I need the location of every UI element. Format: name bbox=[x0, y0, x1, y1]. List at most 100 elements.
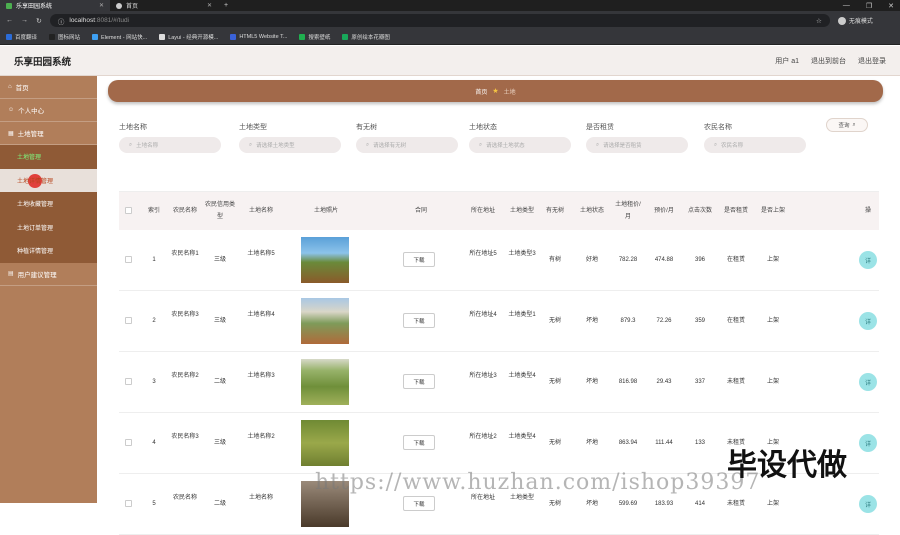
cell-type: 土地类型3 bbox=[508, 251, 536, 257]
cell-clicks: 133 bbox=[694, 440, 705, 446]
land-photo[interactable] bbox=[301, 298, 349, 344]
reload-icon[interactable]: ↻ bbox=[36, 17, 42, 25]
filter-input[interactable]: ⌕ 请选择土地状态 bbox=[469, 137, 571, 153]
filter-input[interactable]: ⌕ 请选择是否租赁 bbox=[586, 137, 688, 153]
home-icon: ⌂ bbox=[8, 84, 12, 90]
column-header[interactable]: 土地租价/月 bbox=[613, 199, 643, 223]
submenu-land-manage[interactable]: 土地管理 bbox=[0, 145, 97, 169]
column-header[interactable]: 合同 bbox=[401, 205, 441, 217]
column-header[interactable]: 操 bbox=[859, 205, 877, 217]
filter-input[interactable]: ⌕ 请选择土地类型 bbox=[239, 137, 341, 153]
bookmark-item[interactable]: 图标网站 bbox=[49, 33, 80, 41]
bookmark-icon bbox=[92, 34, 99, 40]
bookmark-item[interactable]: 搜索壁纸 bbox=[299, 33, 330, 41]
url-path: :8081/#/tudi bbox=[95, 17, 130, 24]
land-submenu: 土地管理 土地详情管理 土地收藏管理 土地订单管理 种植详情管理 bbox=[0, 145, 97, 263]
window-controls: — ❐ ✕ bbox=[843, 2, 900, 10]
back-icon[interactable]: ← bbox=[6, 17, 13, 24]
detail-button[interactable]: 详 bbox=[859, 251, 877, 269]
column-header[interactable]: 土地名称 bbox=[241, 205, 281, 217]
download-button[interactable]: 下载 bbox=[403, 252, 435, 267]
close-tab-icon[interactable]: ✕ bbox=[99, 2, 104, 9]
minimize-icon[interactable]: — bbox=[843, 2, 850, 10]
cell-rent: 879.3 bbox=[620, 318, 636, 324]
incognito-profile[interactable]: 无痕模式 bbox=[837, 16, 873, 25]
column-header[interactable]: 预价/月 bbox=[649, 205, 679, 217]
filter-input[interactable]: ⌕ 请选择有无树 bbox=[356, 137, 458, 153]
column-header[interactable]: 土地照片 bbox=[299, 205, 353, 217]
detail-button[interactable]: 详 bbox=[859, 373, 877, 391]
column-header[interactable]: 点击次数 bbox=[687, 205, 713, 217]
browser-tab[interactable]: 首页 ✕ bbox=[110, 0, 218, 11]
download-button[interactable]: 下载 bbox=[403, 374, 435, 389]
cell-clicks: 337 bbox=[694, 379, 705, 385]
select-all-checkbox[interactable] bbox=[125, 207, 132, 214]
cell-address: 所在地址5 bbox=[469, 251, 497, 257]
sidebar-item-home[interactable]: ⌂ 首页 bbox=[0, 76, 97, 99]
cell-farmer: 农民名称3 bbox=[171, 312, 199, 318]
filter-group: 土地名称 ⌕ 土地名称 bbox=[119, 122, 221, 153]
land-photo[interactable] bbox=[301, 420, 349, 466]
column-header[interactable]: 农民信用类型 bbox=[205, 199, 235, 223]
maximize-icon[interactable]: ❐ bbox=[866, 2, 872, 10]
land-photo[interactable] bbox=[301, 237, 349, 283]
overlay-text: 毕设代做 bbox=[727, 448, 847, 483]
column-header[interactable]: 土地状态 bbox=[577, 205, 607, 217]
detail-button[interactable]: 详 bbox=[859, 434, 877, 452]
cell-index: 3 bbox=[152, 379, 156, 385]
detail-button[interactable]: 详 bbox=[859, 312, 877, 330]
logout-link[interactable]: 退出登录 bbox=[858, 56, 886, 66]
search-button[interactable]: 查询 ⌕ bbox=[826, 118, 868, 132]
filter-label: 土地名称 bbox=[119, 124, 147, 131]
star-icon: ★ bbox=[492, 88, 499, 95]
download-button[interactable]: 下载 bbox=[403, 496, 435, 511]
row-checkbox[interactable] bbox=[125, 317, 132, 324]
filter-input[interactable]: ⌕ 土地名称 bbox=[119, 137, 221, 153]
submenu-land-favorites[interactable]: 土地收藏管理 bbox=[0, 192, 97, 216]
column-header[interactable]: 是否租赁 bbox=[721, 205, 751, 217]
bookmark-item[interactable]: Layui - 经典开源模... bbox=[159, 33, 218, 41]
cell-farmer: 农民名称3 bbox=[171, 434, 199, 440]
row-checkbox[interactable] bbox=[125, 500, 132, 507]
row-checkbox[interactable] bbox=[125, 439, 132, 446]
user-icon: ☺ bbox=[8, 107, 15, 113]
sidebar-item-feedback[interactable]: ▤ 用户建议管理 bbox=[0, 263, 97, 286]
column-header[interactable]: 所在地址 bbox=[467, 205, 499, 217]
star-icon[interactable]: ☆ bbox=[816, 17, 822, 25]
land-photo[interactable] bbox=[301, 359, 349, 405]
cell-price: 474.88 bbox=[654, 257, 674, 263]
detail-button[interactable]: 详 bbox=[859, 495, 877, 513]
sidebar-item-land[interactable]: ▦ 土地管理 bbox=[0, 122, 97, 145]
row-checkbox[interactable] bbox=[125, 378, 132, 385]
sidebar-item-profile[interactable]: ☺ 个人中心 bbox=[0, 99, 97, 122]
forward-icon[interactable]: → bbox=[21, 17, 28, 24]
close-tab-icon[interactable]: ✕ bbox=[207, 2, 212, 9]
back-to-frontend-link[interactable]: 退出到前台 bbox=[811, 56, 846, 66]
row-checkbox[interactable] bbox=[125, 256, 132, 263]
breadcrumb-home[interactable]: 首页 bbox=[475, 87, 487, 96]
filter-input[interactable]: ⌕ 农民名称 bbox=[704, 137, 806, 153]
submenu-planting-detail[interactable]: 种植详情管理 bbox=[0, 239, 97, 263]
cell-farmer: 农民名称1 bbox=[171, 251, 199, 257]
bookmark-item[interactable]: HTML5 Website T... bbox=[230, 34, 287, 40]
column-header[interactable]: 是否上架 bbox=[759, 205, 787, 217]
download-button[interactable]: 下载 bbox=[403, 313, 435, 328]
bookmark-item[interactable]: 原创绘本花瓣图 bbox=[342, 33, 390, 41]
column-header[interactable]: 土地类型 bbox=[505, 205, 539, 217]
bookmark-item[interactable]: Element - 网站快... bbox=[92, 33, 147, 41]
column-header[interactable]: 农民名称 bbox=[169, 205, 201, 217]
download-button[interactable]: 下载 bbox=[403, 435, 435, 450]
filter-group: 农民名称 ⌕ 农民名称 bbox=[704, 122, 806, 153]
download-label: 下载 bbox=[413, 379, 425, 386]
close-window-icon[interactable]: ✕ bbox=[888, 2, 894, 10]
submenu-land-orders[interactable]: 土地订单管理 bbox=[0, 216, 97, 240]
cell-rent: 816.98 bbox=[618, 379, 638, 385]
bookmark-item[interactable]: 百度翻译 bbox=[6, 33, 37, 41]
column-header[interactable]: 有无树 bbox=[543, 205, 567, 217]
tab-title: 首页 bbox=[126, 4, 139, 10]
address-bar[interactable]: ⓘ localhost:8081/#/tudi ☆ bbox=[49, 14, 830, 27]
browser-tab-active[interactable]: 乐享田园系统 ✕ bbox=[0, 0, 110, 11]
column-header[interactable]: 索引 bbox=[145, 205, 163, 217]
new-tab-button[interactable]: + bbox=[218, 2, 228, 9]
submenu-land-detail[interactable]: 土地详情管理 bbox=[0, 168, 97, 192]
